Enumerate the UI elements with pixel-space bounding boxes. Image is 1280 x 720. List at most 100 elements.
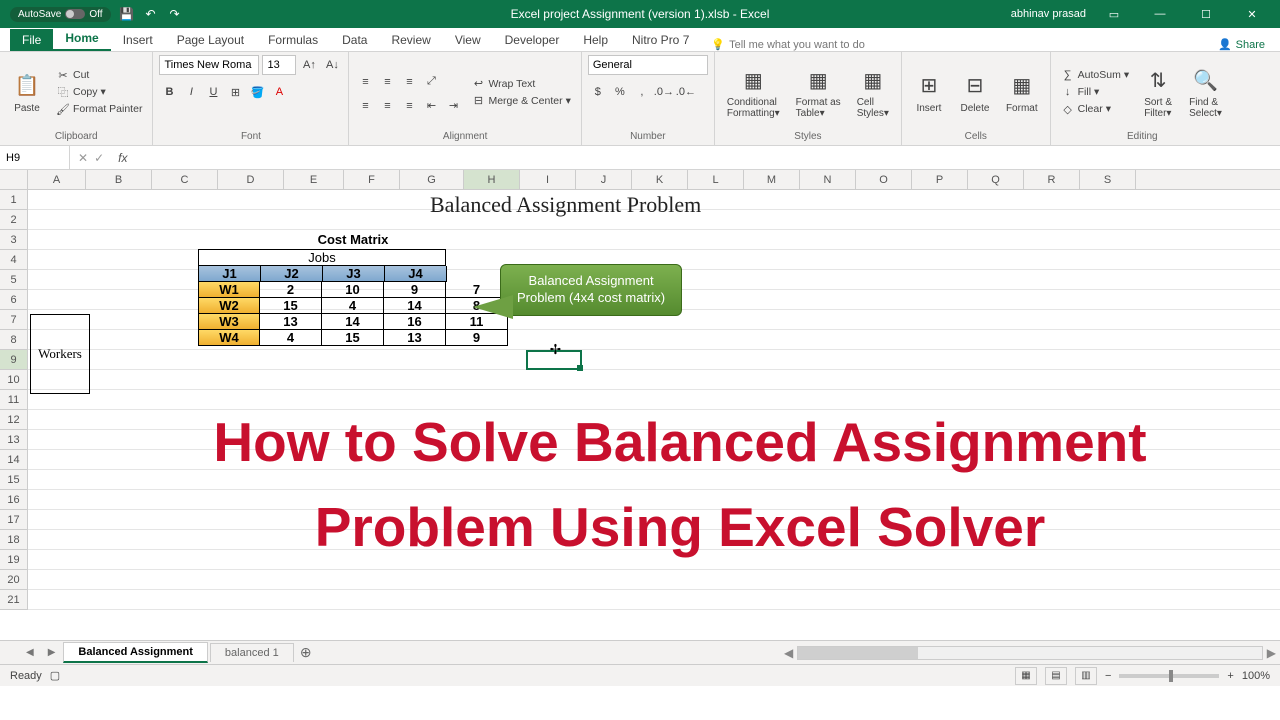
tab-formulas[interactable]: Formulas <box>256 29 330 51</box>
col-D[interactable]: D <box>218 170 284 189</box>
worker-header[interactable]: W1 <box>198 282 260 298</box>
autosave-toggle[interactable]: AutoSave Off <box>10 7 111 22</box>
row-header[interactable]: 18 <box>0 530 27 550</box>
col-O[interactable]: O <box>856 170 912 189</box>
italic-button[interactable]: I <box>181 82 201 102</box>
percent-button[interactable]: % <box>610 82 630 102</box>
col-G[interactable]: G <box>400 170 464 189</box>
clear-button[interactable]: ◇Clear▾ <box>1057 101 1133 117</box>
select-all-button[interactable] <box>0 170 28 189</box>
row-header[interactable]: 19 <box>0 550 27 570</box>
undo-icon[interactable]: ↶ <box>143 6 159 22</box>
font-color-button[interactable]: A <box>269 82 289 102</box>
col-J[interactable]: J <box>576 170 632 189</box>
tab-view[interactable]: View <box>443 29 493 51</box>
close-icon[interactable]: ✕ <box>1234 2 1270 26</box>
fill-color-button[interactable]: 🪣 <box>247 82 267 102</box>
maximize-icon[interactable]: ☐ <box>1188 2 1224 26</box>
orientation-button[interactable]: ⤢ <box>421 72 441 92</box>
normal-view-button[interactable]: ▦ <box>1015 667 1037 685</box>
row-header[interactable]: 3 <box>0 230 27 250</box>
col-E[interactable]: E <box>284 170 344 189</box>
row-header[interactable]: 11 <box>0 390 27 410</box>
border-button[interactable]: ⊞ <box>225 82 245 102</box>
sheet-nav-next-icon[interactable]: ▶ <box>42 647 62 658</box>
row-header[interactable]: 17 <box>0 510 27 530</box>
align-left-button[interactable]: ≡ <box>355 96 375 116</box>
tab-file[interactable]: File <box>10 29 53 51</box>
align-bottom-button[interactable]: ≡ <box>399 72 419 92</box>
name-box[interactable]: H9 <box>0 146 70 169</box>
row-header[interactable]: 21 <box>0 590 27 610</box>
bold-button[interactable]: B <box>159 82 179 102</box>
tab-help[interactable]: Help <box>571 29 620 51</box>
row-header[interactable]: 10 <box>0 370 27 390</box>
format-as-table-button[interactable]: ▦Format asTable▾ <box>790 63 847 121</box>
align-right-button[interactable]: ≡ <box>399 96 419 116</box>
col-N[interactable]: N <box>800 170 856 189</box>
matrix-cell[interactable]: 16 <box>384 314 446 330</box>
matrix-cell[interactable]: 13 <box>384 330 446 346</box>
row-header[interactable]: 9 <box>0 350 27 370</box>
ribbon-collapse-icon[interactable]: ▭ <box>1096 2 1132 26</box>
col-I[interactable]: I <box>520 170 576 189</box>
align-center-button[interactable]: ≡ <box>377 96 397 116</box>
delete-cells-button[interactable]: ⊟Delete <box>954 69 996 116</box>
autosum-button[interactable]: ∑AutoSum▾ <box>1057 67 1133 83</box>
matrix-cell[interactable]: 10 <box>322 282 384 298</box>
matrix-cell[interactable]: 13 <box>260 314 322 330</box>
col-M[interactable]: M <box>744 170 800 189</box>
row-header[interactable]: 12 <box>0 410 27 430</box>
job-header[interactable]: J4 <box>385 266 447 282</box>
row-header[interactable]: 2 <box>0 210 27 230</box>
save-icon[interactable]: 💾 <box>119 6 135 22</box>
row-header[interactable]: 13 <box>0 430 27 450</box>
wrap-text-button[interactable]: ↩Wrap Text <box>467 76 574 92</box>
matrix-cell[interactable]: 4 <box>260 330 322 346</box>
font-name-combo[interactable]: Times New Roma <box>159 55 259 75</box>
paste-button[interactable]: 📋 Paste <box>6 69 48 116</box>
worker-header[interactable]: W3 <box>198 314 260 330</box>
row-header[interactable]: 8 <box>0 330 27 350</box>
number-format-combo[interactable]: General <box>588 55 708 75</box>
job-header[interactable]: J3 <box>323 266 385 282</box>
col-K[interactable]: K <box>632 170 688 189</box>
matrix-cell[interactable]: 14 <box>322 314 384 330</box>
page-layout-view-button[interactable]: ▤ <box>1045 667 1067 685</box>
worker-header[interactable]: W4 <box>198 330 260 346</box>
worker-header[interactable]: W2 <box>198 298 260 314</box>
col-A[interactable]: A <box>28 170 86 189</box>
col-F[interactable]: F <box>344 170 400 189</box>
callout-shape[interactable]: Balanced Assignment Problem (4x4 cost ma… <box>500 264 682 316</box>
cancel-formula-icon[interactable]: ✕ <box>78 151 88 165</box>
row-header[interactable]: 14 <box>0 450 27 470</box>
fill-button[interactable]: ↓Fill▾ <box>1057 84 1133 100</box>
accept-formula-icon[interactable]: ✓ <box>94 151 104 165</box>
horizontal-scrollbar[interactable]: ◀ ▶ <box>780 645 1280 661</box>
col-B[interactable]: B <box>86 170 152 189</box>
format-painter-button[interactable]: 🖌Format Painter <box>52 101 146 117</box>
share-button[interactable]: 👤 Share <box>1218 38 1265 51</box>
font-size-combo[interactable]: 13 <box>262 55 296 75</box>
matrix-cell[interactable]: 9 <box>446 330 508 346</box>
increase-indent-button[interactable]: ⇥ <box>443 96 463 116</box>
row-header[interactable]: 6 <box>0 290 27 310</box>
row-header[interactable]: 16 <box>0 490 27 510</box>
col-R[interactable]: R <box>1024 170 1080 189</box>
align-middle-button[interactable]: ≡ <box>377 72 397 92</box>
row-header[interactable]: 1 <box>0 190 27 210</box>
redo-icon[interactable]: ↷ <box>167 6 183 22</box>
new-sheet-button[interactable]: ⊕ <box>296 644 316 661</box>
row-header[interactable]: 5 <box>0 270 27 290</box>
insert-cells-button[interactable]: ⊞Insert <box>908 69 950 116</box>
matrix-cell[interactable]: 15 <box>260 298 322 314</box>
tab-page-layout[interactable]: Page Layout <box>165 29 256 51</box>
sheet-tab[interactable]: balanced 1 <box>210 643 294 662</box>
conditional-formatting-button[interactable]: ▦ConditionalFormatting▾ <box>721 63 786 121</box>
merge-center-button[interactable]: ⊟Merge & Center▾ <box>467 93 574 109</box>
row-header[interactable]: 15 <box>0 470 27 490</box>
row-header[interactable]: 7 <box>0 310 27 330</box>
matrix-cell[interactable]: 4 <box>322 298 384 314</box>
macro-record-icon[interactable]: ▢ <box>50 669 60 682</box>
fx-icon[interactable]: fx <box>112 151 133 165</box>
